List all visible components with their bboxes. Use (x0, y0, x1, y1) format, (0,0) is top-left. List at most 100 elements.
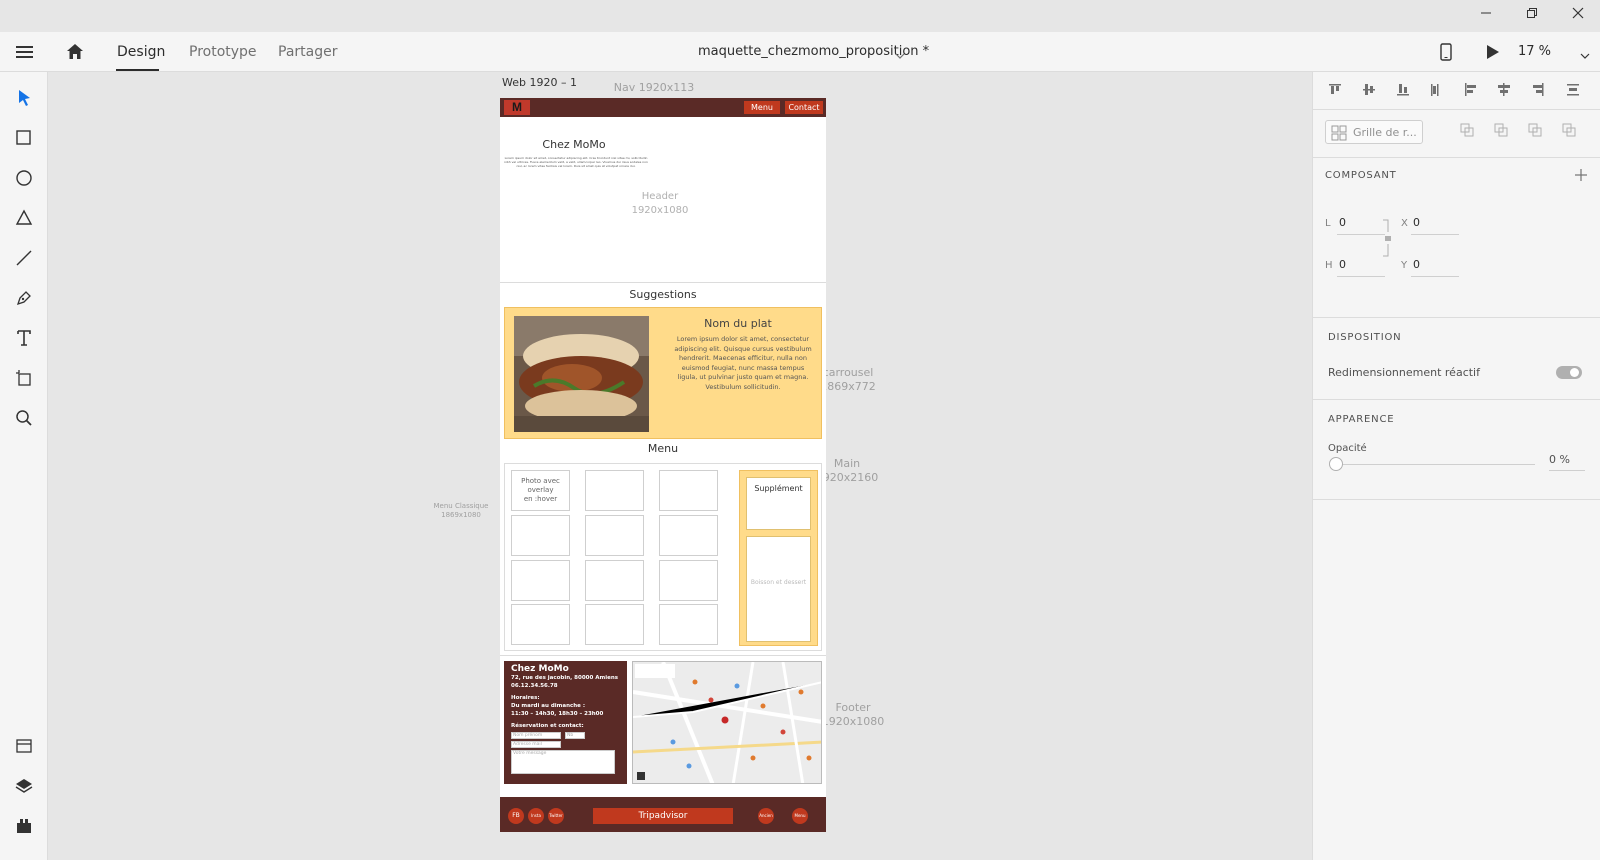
artboard-web-1920[interactable]: M Menu Contact Chez MoMo Lorem ipsum dol… (500, 98, 826, 832)
width-value[interactable]: 0 (1339, 216, 1346, 229)
boolean-ops-icons[interactable] (1459, 122, 1599, 142)
nav-contact-button[interactable]: Contact (785, 101, 823, 114)
composant-heading: COMPOSANT (1325, 170, 1397, 181)
hamburger-icon (16, 46, 33, 58)
play-icon (1487, 45, 1499, 59)
menu-cell[interactable] (659, 515, 718, 556)
opacity-slider-thumb[interactable] (1329, 457, 1343, 471)
opacity-label: Opacité (1328, 443, 1367, 454)
height-value[interactable]: 0 (1339, 258, 1346, 271)
artboard-tool[interactable] (14, 368, 34, 388)
site-logo[interactable]: M (504, 100, 530, 115)
toggle-knob (1570, 368, 1579, 377)
tab-prototype[interactable]: Prototype (189, 44, 257, 60)
select-tool[interactable] (14, 88, 34, 108)
plugins-button[interactable] (14, 816, 34, 836)
menu-cell[interactable] (511, 560, 570, 601)
menu-cell[interactable] (511, 515, 570, 556)
repeat-grid-button[interactable]: Grille de r... (1325, 120, 1423, 144)
document-menu-chevron[interactable] (895, 46, 905, 65)
menu-cell[interactable] (585, 604, 644, 645)
site-bottom-bar[interactable]: FB Insta Twitter Tripadvisor Ancien Menu (500, 797, 826, 832)
close-button[interactable] (1564, 6, 1592, 26)
polygon-tool[interactable] (14, 208, 34, 228)
home-button[interactable] (66, 43, 84, 64)
header-lorem[interactable]: Lorem ipsum dolor sit amet, consectetur … (504, 156, 648, 168)
responsive-resize-label: Redimensionnement réactif (1328, 366, 1480, 379)
site-nav[interactable]: M Menu Contact (500, 98, 826, 117)
artboard-name[interactable]: Web 1920 – 1 (502, 76, 577, 89)
x-value[interactable]: 0 (1413, 216, 1420, 229)
tripadvisor-button[interactable]: Tripadvisor (593, 808, 733, 824)
responsive-resize-toggle[interactable] (1556, 366, 1582, 379)
line-tool[interactable] (14, 248, 34, 268)
opacity-slider-track[interactable] (1335, 464, 1535, 465)
location-map[interactable] (632, 661, 822, 784)
menu-classique[interactable]: Photo avec overlay en :hover Supplément … (504, 463, 822, 651)
apparence-section: APPARENCE Opacité 0 % (1313, 400, 1600, 500)
zoom-tool[interactable] (14, 408, 34, 428)
app-topbar: Design Prototype Partager maquette_chezm… (0, 32, 1600, 72)
nav-frame-label: Nav 1920x113 (613, 81, 695, 94)
menu-cell[interactable] (585, 560, 644, 601)
footer-address: 72, rue des jacobin, 80000 Amiens (511, 675, 619, 681)
zoom-dropdown[interactable] (1580, 46, 1590, 65)
drinks-dessert-box[interactable]: Boisson et dessert (746, 536, 811, 642)
y-value[interactable]: 0 (1413, 258, 1420, 271)
message-field[interactable]: Votre message (511, 750, 615, 774)
suggestions-title[interactable]: Suggestions (500, 288, 826, 301)
tab-design[interactable]: Design (117, 44, 165, 60)
facebook-button[interactable]: FB (508, 808, 524, 824)
tab-partager[interactable]: Partager (278, 44, 337, 60)
lock-aspect-icon[interactable] (1383, 218, 1393, 258)
menu-cell[interactable]: Photo avec overlay en :hover (511, 470, 570, 511)
add-component-button[interactable] (1575, 166, 1587, 185)
rectangle-tool[interactable] (14, 128, 34, 148)
menu-cell[interactable] (585, 470, 644, 511)
dish-name[interactable]: Nom du plat (673, 317, 803, 330)
email-field[interactable]: Adresse mail (511, 741, 561, 748)
pen-icon (16, 291, 31, 306)
assets-icon (16, 739, 32, 753)
guest-count-stepper[interactable]: Nb (565, 732, 585, 739)
instagram-button[interactable]: Insta (528, 808, 544, 824)
minimize-button[interactable] (1472, 6, 1500, 26)
footer-reservation-label: Réservation et contact: (511, 723, 584, 729)
disposition-section: DISPOSITION Redimensionnement réactif (1313, 318, 1600, 400)
opacity-value[interactable]: 0 % (1549, 453, 1570, 466)
dish-photo[interactable] (514, 316, 649, 432)
zoom-level[interactable]: 17 % (1518, 44, 1551, 59)
ellipse-tool[interactable] (14, 168, 34, 188)
minimize-icon (1481, 12, 1491, 14)
device-preview-button[interactable] (1440, 43, 1452, 65)
name-field[interactable]: Nom prénom (511, 732, 561, 739)
document-assets-button[interactable] (14, 736, 34, 756)
restore-button[interactable] (1518, 6, 1546, 26)
nav-menu-button[interactable]: Menu (744, 101, 780, 114)
text-tool[interactable] (14, 328, 34, 348)
footer-info-card[interactable]: Chez MoMo 72, rue des jacobin, 80000 Ami… (504, 661, 627, 784)
hamburger-menu-button[interactable] (16, 44, 34, 64)
menu-cell[interactable] (659, 470, 718, 511)
design-canvas[interactable]: Web 1920 – 1 Nav 1920x113 carrousel 1869… (48, 72, 1312, 860)
triangle-icon (15, 209, 33, 225)
line-icon (16, 250, 32, 266)
supplement-frame[interactable]: Supplément Boisson et dessert (739, 470, 818, 646)
mobile-device-icon (1440, 43, 1452, 61)
menu-cell[interactable] (511, 604, 570, 645)
suggestions-carousel[interactable]: Nom du plat Lorem ipsum dolor sit amet, … (504, 307, 822, 439)
menu-cell[interactable] (659, 604, 718, 645)
menu-cell[interactable] (585, 515, 644, 556)
play-preview-button[interactable] (1486, 44, 1500, 64)
footer-circle-button[interactable]: Ancien (758, 808, 774, 824)
dish-description[interactable]: Lorem ipsum dolor sit amet, consectetur … (673, 335, 813, 392)
header-title[interactable]: Chez MoMo (520, 138, 628, 151)
twitter-button[interactable]: Twitter (548, 808, 564, 824)
footer-circle-button[interactable]: Menu (792, 808, 808, 824)
menu-cell[interactable] (659, 560, 718, 601)
x-field-line (1411, 234, 1459, 235)
supplement-box[interactable]: Supplément (746, 477, 811, 530)
menu-title[interactable]: Menu (500, 442, 826, 455)
pen-tool[interactable] (14, 288, 34, 308)
layers-button[interactable] (14, 776, 34, 796)
